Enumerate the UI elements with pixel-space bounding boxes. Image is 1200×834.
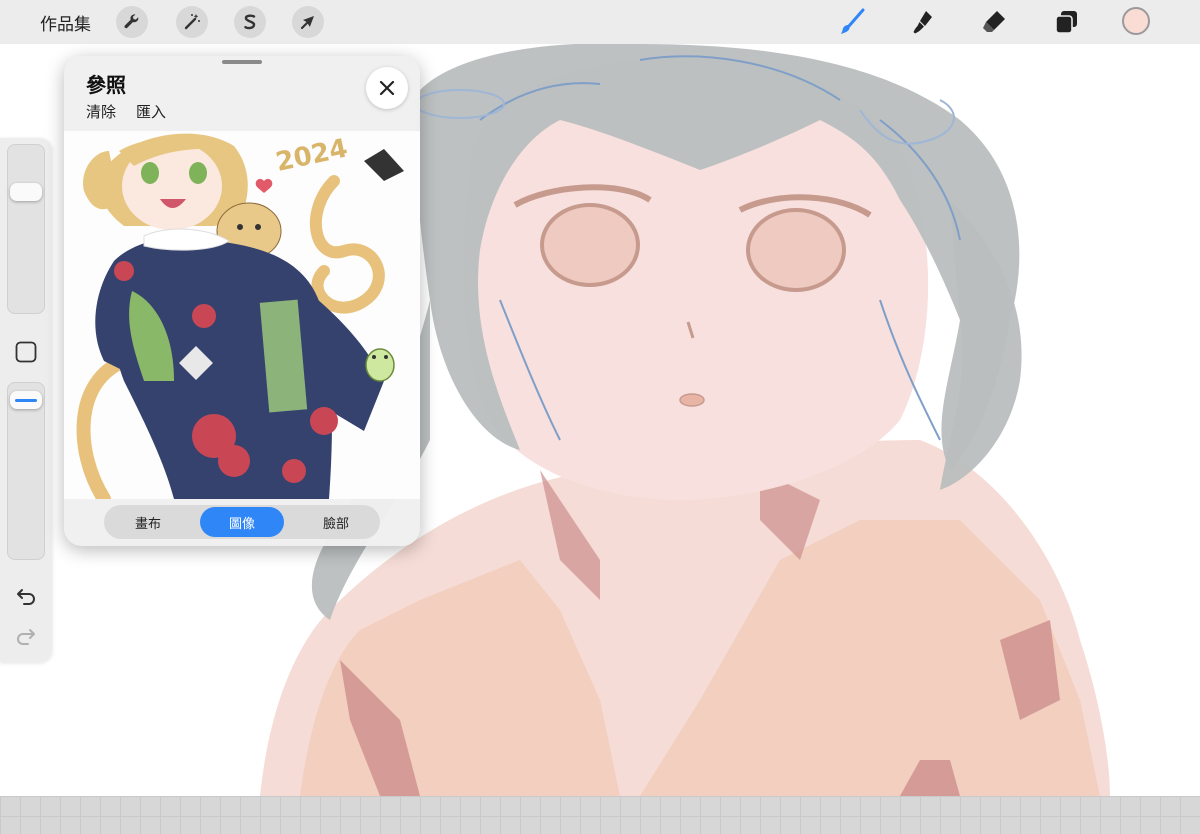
wrench-icon [124,14,139,29]
actions-button[interactable] [116,6,148,38]
redo-button[interactable] [12,622,40,650]
clear-button[interactable]: 清除 [86,101,116,122]
undo-icon [17,589,35,605]
brush-icon [841,8,865,34]
top-toolbar: 作品集 [0,0,1200,44]
import-button[interactable]: 匯入 [136,101,166,122]
reference-panel[interactable]: 參照 清除 匯入 2024 畫布 圖像 臉部 [64,56,420,546]
gallery-button[interactable]: 作品集 [40,10,91,35]
opacity-indicator [15,398,37,402]
left-sidebar [0,138,52,662]
tab-canvas[interactable]: 畫布 [106,507,190,537]
opacity-slider[interactable] [7,382,45,560]
adjustments-button[interactable] [176,6,208,38]
undo-button[interactable] [12,582,40,610]
tab-image[interactable]: 圖像 [200,507,284,537]
brush-tool[interactable] [836,6,868,38]
close-button[interactable] [366,67,408,109]
eraser-icon [983,11,1005,32]
brush-size-slider[interactable] [7,144,45,314]
close-icon [379,80,395,96]
smudge-tool[interactable] [908,6,940,38]
tab-face[interactable]: 臉部 [294,507,378,537]
transform-button[interactable] [292,6,324,38]
reference-illustration: 2024 [64,131,420,499]
color-button[interactable] [1122,7,1150,35]
canvas-background-grid [0,796,1200,834]
opacity-thumb[interactable] [10,391,42,409]
reference-mode-selector: 畫布 圖像 臉部 [104,505,380,539]
layers-button[interactable] [1050,6,1082,38]
modify-button[interactable] [12,338,40,366]
eraser-tool[interactable] [978,6,1010,38]
reference-title: 參照 [86,73,126,97]
transform-arrow-icon [300,16,314,30]
selection-button[interactable] [234,6,266,38]
selection-icon [244,14,256,30]
magic-wand-icon [184,14,200,30]
layers-icon [1055,11,1077,34]
square-icon [15,341,37,363]
panel-drag-handle[interactable] [222,60,262,64]
brush-size-thumb[interactable] [10,183,42,201]
redo-icon [17,629,35,645]
smudge-icon [913,11,932,34]
reference-image[interactable]: 2024 [64,131,420,499]
